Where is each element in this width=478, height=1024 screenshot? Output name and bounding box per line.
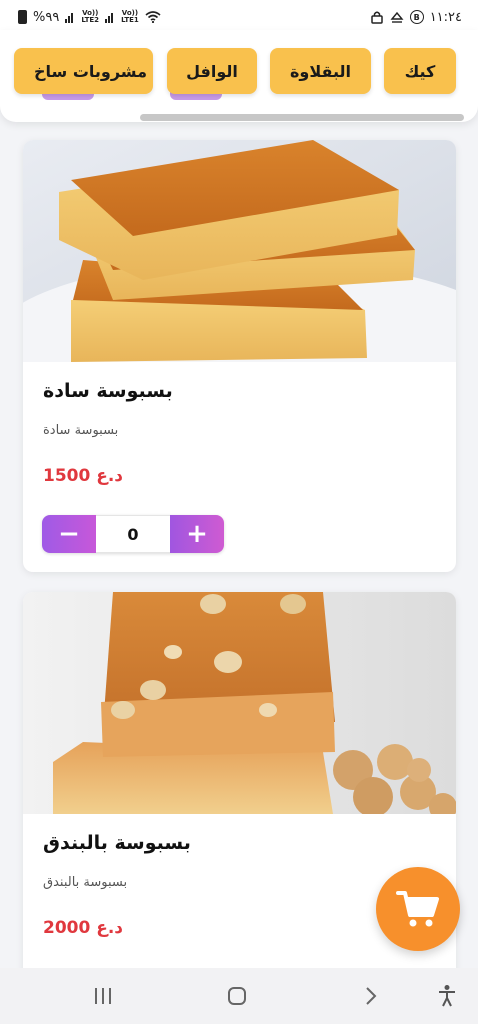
status-bar: %٩٩ Vo)) LTE2 Vo)) LTE1 B ١١:٢٤ xyxy=(0,0,478,34)
home-button[interactable] xyxy=(222,982,252,1010)
wifi-icon xyxy=(145,11,161,23)
shopping-cart-icon xyxy=(396,891,439,927)
product-image xyxy=(23,592,456,814)
category-baklava[interactable]: البقلاوة xyxy=(270,48,371,94)
system-nav-bar xyxy=(0,968,478,1024)
product-price: 2000 د.ع xyxy=(43,918,124,938)
back-button[interactable] xyxy=(356,982,386,1010)
signal-icon xyxy=(65,12,75,23)
recents-button[interactable] xyxy=(88,982,118,1010)
product-title: بسبوسة بالبندق xyxy=(43,832,191,854)
b-badge-icon: B xyxy=(409,10,424,24)
quantity-stepper: − 0 + xyxy=(42,515,224,553)
category-cake[interactable]: كيك xyxy=(384,48,456,94)
product-description: بسبوسة سادة xyxy=(43,423,119,438)
product-description: بسبوسة بالبندق xyxy=(43,875,128,890)
category-waffle[interactable]: الوافل xyxy=(167,48,257,94)
decrease-quantity-button[interactable]: − xyxy=(42,515,96,553)
cast-icon xyxy=(390,11,404,23)
recents-icon xyxy=(95,988,111,1004)
category-hot-drinks[interactable]: مشروبات ساخ xyxy=(14,48,153,94)
quantity-value: 0 xyxy=(96,515,170,553)
increase-quantity-button[interactable]: + xyxy=(170,515,224,553)
category-scrollbar[interactable] xyxy=(140,114,464,121)
network-badge-2: Vo)) LTE1 xyxy=(121,9,139,24)
cart-button[interactable] xyxy=(376,867,460,951)
product-image xyxy=(23,140,456,362)
accessibility-button[interactable] xyxy=(432,982,462,1010)
battery-icon xyxy=(18,10,27,24)
product-card: بسبوسة سادة بسبوسة سادة 1500 د.ع − 0 + xyxy=(23,140,456,572)
back-icon xyxy=(366,987,377,1005)
home-icon xyxy=(228,987,246,1005)
signal-icon xyxy=(105,12,115,23)
clock: ١١:٢٤ xyxy=(429,9,462,25)
category-bar[interactable]: كيك البقلاوة الوافل مشروبات ساخ xyxy=(0,30,478,122)
status-right: B ١١:٢٤ xyxy=(370,10,462,25)
product-title: بسبوسة سادة xyxy=(43,380,173,402)
network-badge-1: Vo)) LTE2 xyxy=(81,9,100,24)
battery-level: %٩٩ xyxy=(33,9,60,25)
product-price: 1500 د.ع xyxy=(43,466,124,486)
status-left: %٩٩ Vo)) LTE2 Vo)) LTE1 xyxy=(18,10,161,25)
lock-icon xyxy=(370,11,383,24)
accessibility-icon xyxy=(439,985,455,1007)
